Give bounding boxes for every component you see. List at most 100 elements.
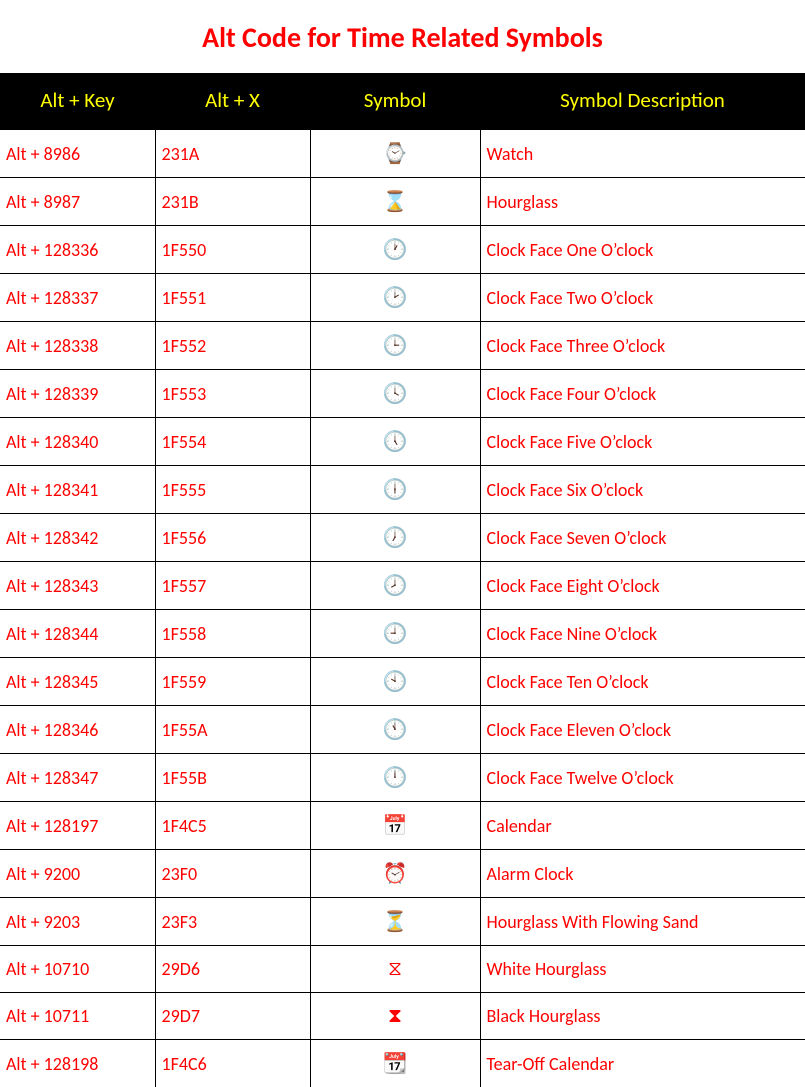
table-row: Alt + 1283471F55B🕛Clock Face Twelve O’cl… [0, 754, 805, 802]
cell-symbol: 🕘 [310, 610, 480, 658]
cell-symbol: ⏰ [310, 850, 480, 898]
altcode-table: Alt + Key Alt + X Symbol Symbol Descript… [0, 73, 805, 1087]
cell-altx: 1F55A [155, 706, 310, 754]
cell-altkey: Alt + 9200 [0, 850, 155, 898]
table-row: Alt + 1283381F552🕒Clock Face Three O’clo… [0, 322, 805, 370]
cell-altkey: Alt + 8986 [0, 130, 155, 178]
cell-altkey: Alt + 10711 [0, 993, 155, 1040]
table-row: Alt + 1071129D7⧗Black Hourglass [0, 993, 805, 1040]
cell-altx: 1F554 [155, 418, 310, 466]
cell-altx: 1F4C6 [155, 1040, 310, 1087]
cell-desc: Clock Face Eight O’clock [480, 562, 805, 610]
cell-desc: Tear-Off Calendar [480, 1040, 805, 1087]
cell-altkey: Alt + 8987 [0, 178, 155, 226]
cell-altx: 23F3 [155, 898, 310, 946]
table-row: Alt + 1283421F556🕖Clock Face Seven O’clo… [0, 514, 805, 562]
cell-altkey: Alt + 128342 [0, 514, 155, 562]
cell-altx: 231A [155, 130, 310, 178]
page-title: Alt Code for Time Related Symbols [0, 0, 805, 73]
cell-altkey: Alt + 128198 [0, 1040, 155, 1087]
cell-altkey: Alt + 128345 [0, 658, 155, 706]
cell-symbol: ⌛ [310, 178, 480, 226]
cell-altx: 1F559 [155, 658, 310, 706]
cell-symbol: 📅 [310, 802, 480, 850]
cell-symbol: ⏳ [310, 898, 480, 946]
table-row: Alt + 1283441F558🕘Clock Face Nine O’cloc… [0, 610, 805, 658]
table-row: Alt + 8987231B⌛Hourglass [0, 178, 805, 226]
cell-altkey: Alt + 128347 [0, 754, 155, 802]
cell-altx: 1F555 [155, 466, 310, 514]
cell-symbol: ⧗ [310, 993, 480, 1040]
table-row: Alt + 1283401F554🕔Clock Face Five O’cloc… [0, 418, 805, 466]
cell-altkey: Alt + 128338 [0, 322, 155, 370]
cell-altkey: Alt + 9203 [0, 898, 155, 946]
table-row: Alt + 1281971F4C5📅Calendar [0, 802, 805, 850]
cell-symbol: 🕔 [310, 418, 480, 466]
header-desc: Symbol Description [480, 73, 805, 130]
cell-altkey: Alt + 10710 [0, 946, 155, 993]
cell-altx: 1F558 [155, 610, 310, 658]
cell-symbol: 🕗 [310, 562, 480, 610]
cell-desc: Clock Face Four O’clock [480, 370, 805, 418]
cell-altx: 1F556 [155, 514, 310, 562]
cell-altx: 1F4C5 [155, 802, 310, 850]
cell-altx: 23F0 [155, 850, 310, 898]
cell-altkey: Alt + 128337 [0, 274, 155, 322]
cell-altx: 1F55B [155, 754, 310, 802]
cell-altx: 1F551 [155, 274, 310, 322]
cell-symbol: ⌚ [310, 130, 480, 178]
cell-desc: White Hourglass [480, 946, 805, 993]
cell-desc: Black Hourglass [480, 993, 805, 1040]
cell-altx: 1F557 [155, 562, 310, 610]
cell-altx: 231B [155, 178, 310, 226]
cell-altkey: Alt + 128344 [0, 610, 155, 658]
header-altx: Alt + X [155, 73, 310, 130]
header-symbol: Symbol [310, 73, 480, 130]
cell-symbol: 🕓 [310, 370, 480, 418]
cell-desc: Clock Face Three O’clock [480, 322, 805, 370]
table-row: Alt + 920023F0⏰Alarm Clock [0, 850, 805, 898]
table-row: Alt + 8986231A⌚Watch [0, 130, 805, 178]
cell-symbol: 🕒 [310, 322, 480, 370]
cell-altkey: Alt + 128340 [0, 418, 155, 466]
cell-symbol: 📆 [310, 1040, 480, 1087]
table-row: Alt + 920323F3⏳Hourglass With Flowing Sa… [0, 898, 805, 946]
table-row: Alt + 1283371F551🕑Clock Face Two O’clock [0, 274, 805, 322]
cell-symbol: ⧖ [310, 946, 480, 993]
cell-desc: Clock Face Ten O’clock [480, 658, 805, 706]
table-row: Alt + 1283411F555🕕Clock Face Six O’clock [0, 466, 805, 514]
cell-altx: 1F552 [155, 322, 310, 370]
cell-symbol: 🕖 [310, 514, 480, 562]
cell-desc: Hourglass [480, 178, 805, 226]
cell-desc: Clock Face Five O’clock [480, 418, 805, 466]
cell-altkey: Alt + 128346 [0, 706, 155, 754]
cell-desc: Clock Face Seven O’clock [480, 514, 805, 562]
cell-altkey: Alt + 128197 [0, 802, 155, 850]
cell-desc: Clock Face Six O’clock [480, 466, 805, 514]
cell-symbol: 🕙 [310, 658, 480, 706]
cell-desc: Clock Face One O’clock [480, 226, 805, 274]
header-row: Alt + Key Alt + X Symbol Symbol Descript… [0, 73, 805, 130]
cell-symbol: 🕚 [310, 706, 480, 754]
table-row: Alt + 1283361F550🕐Clock Face One O’clock [0, 226, 805, 274]
cell-altkey: Alt + 128341 [0, 466, 155, 514]
table-row: Alt + 1283461F55A🕚Clock Face Eleven O’cl… [0, 706, 805, 754]
table-row: Alt + 1281981F4C6📆Tear-Off Calendar [0, 1040, 805, 1087]
header-altkey: Alt + Key [0, 73, 155, 130]
cell-desc: Clock Face Twelve O’clock [480, 754, 805, 802]
cell-symbol: 🕑 [310, 274, 480, 322]
table-row: Alt + 1283431F557🕗Clock Face Eight O’clo… [0, 562, 805, 610]
table-row: Alt + 1071029D6⧖White Hourglass [0, 946, 805, 993]
cell-altx: 1F550 [155, 226, 310, 274]
cell-altkey: Alt + 128336 [0, 226, 155, 274]
table-row: Alt + 1283391F553🕓Clock Face Four O’cloc… [0, 370, 805, 418]
cell-desc: Watch [480, 130, 805, 178]
cell-desc: Clock Face Eleven O’clock [480, 706, 805, 754]
cell-desc: Calendar [480, 802, 805, 850]
cell-altx: 29D7 [155, 993, 310, 1040]
cell-altx: 29D6 [155, 946, 310, 993]
cell-symbol: 🕛 [310, 754, 480, 802]
cell-desc: Hourglass With Flowing Sand [480, 898, 805, 946]
cell-desc: Clock Face Nine O’clock [480, 610, 805, 658]
cell-desc: Clock Face Two O’clock [480, 274, 805, 322]
